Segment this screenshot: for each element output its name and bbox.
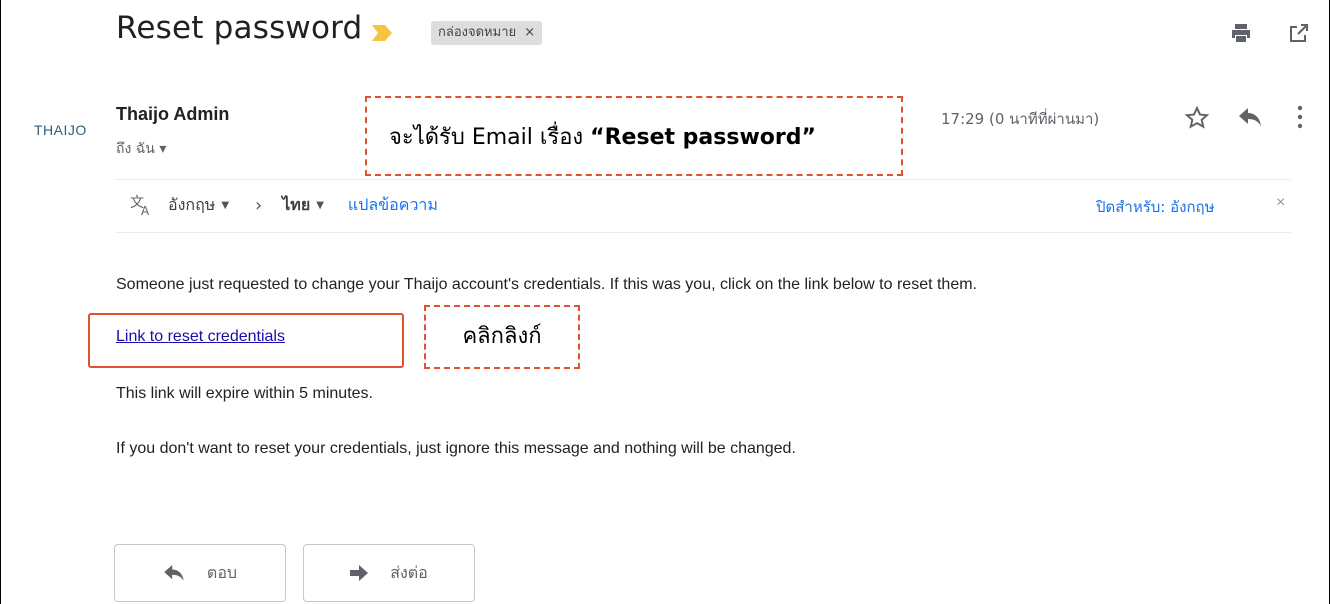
- inbox-label-text: กล่องจดหมาย: [438, 25, 517, 40]
- translate-icon: 文A: [130, 194, 152, 218]
- inbox-label-chip[interactable]: กล่องจดหมาย ×: [431, 21, 543, 45]
- translate-message-link[interactable]: แปลข้อความ: [348, 193, 438, 218]
- email-subject: Reset password: [116, 10, 363, 46]
- target-language-select[interactable]: ไทย ▼: [282, 193, 324, 218]
- reply-button-label: ตอบ: [206, 562, 238, 582]
- more-options-icon[interactable]: [1295, 104, 1305, 135]
- callout-prefix: จะได้รับ Email เรื่อง: [389, 125, 591, 150]
- reply-arrow-icon: [164, 565, 184, 581]
- sender-logo: THAIJO: [34, 122, 87, 138]
- forward-button[interactable]: ส่งต่อ: [303, 544, 475, 602]
- chevron-right-icon: ›: [255, 194, 263, 216]
- source-language-select[interactable]: อังกฤษ ▼: [168, 193, 229, 218]
- reset-credentials-link[interactable]: Link to reset credentials: [116, 328, 285, 346]
- caret-down-icon: ▼: [316, 199, 324, 211]
- target-language-label: ไทย: [282, 194, 311, 214]
- reply-button[interactable]: ตอบ: [114, 544, 286, 602]
- click-link-annotation: คลิกลิงก์: [424, 305, 580, 369]
- close-translate-bar-icon[interactable]: ×: [1276, 194, 1285, 212]
- header-divider: [116, 179, 1291, 180]
- star-icon[interactable]: [1184, 105, 1210, 131]
- print-icon[interactable]: [1229, 21, 1253, 45]
- email-frame: [0, 0, 1330, 604]
- open-new-window-icon[interactable]: [1287, 21, 1311, 45]
- translate-bar: 文A อังกฤษ ▼ › ไทย ▼ แปลข้อความ: [130, 193, 438, 219]
- remove-label-icon[interactable]: ×: [524, 25, 535, 40]
- body-ignore-text: If you don't want to reset your credenti…: [116, 440, 796, 457]
- forward-button-label: ส่งต่อ: [390, 562, 428, 582]
- caret-down-icon: ▼: [221, 199, 230, 211]
- reply-icon[interactable]: [1239, 108, 1261, 126]
- email-timestamp: 17:29 (0 นาทีที่ผ่านมา): [941, 110, 1100, 128]
- translate-divider: [116, 232, 1291, 233]
- recipient-details-toggle[interactable]: ถึง ฉัน ▾: [116, 138, 166, 160]
- svg-text:A: A: [141, 204, 150, 216]
- source-language-label: อังกฤษ: [168, 194, 216, 214]
- callout-quoted-subject: “Reset password”: [590, 125, 816, 150]
- body-intro-text: Someone just requested to change your Th…: [116, 276, 977, 293]
- sender-name[interactable]: Thaijo Admin: [116, 104, 229, 125]
- body-expiry-text: This link will expire within 5 minutes.: [116, 385, 373, 402]
- forward-arrow-icon: [350, 565, 369, 581]
- turn-off-translation-link[interactable]: ปิดสำหรับ: อังกฤษ: [1096, 195, 1215, 219]
- subject-annotation-callout: จะได้รับ Email เรื่อง “Reset password”: [365, 96, 903, 176]
